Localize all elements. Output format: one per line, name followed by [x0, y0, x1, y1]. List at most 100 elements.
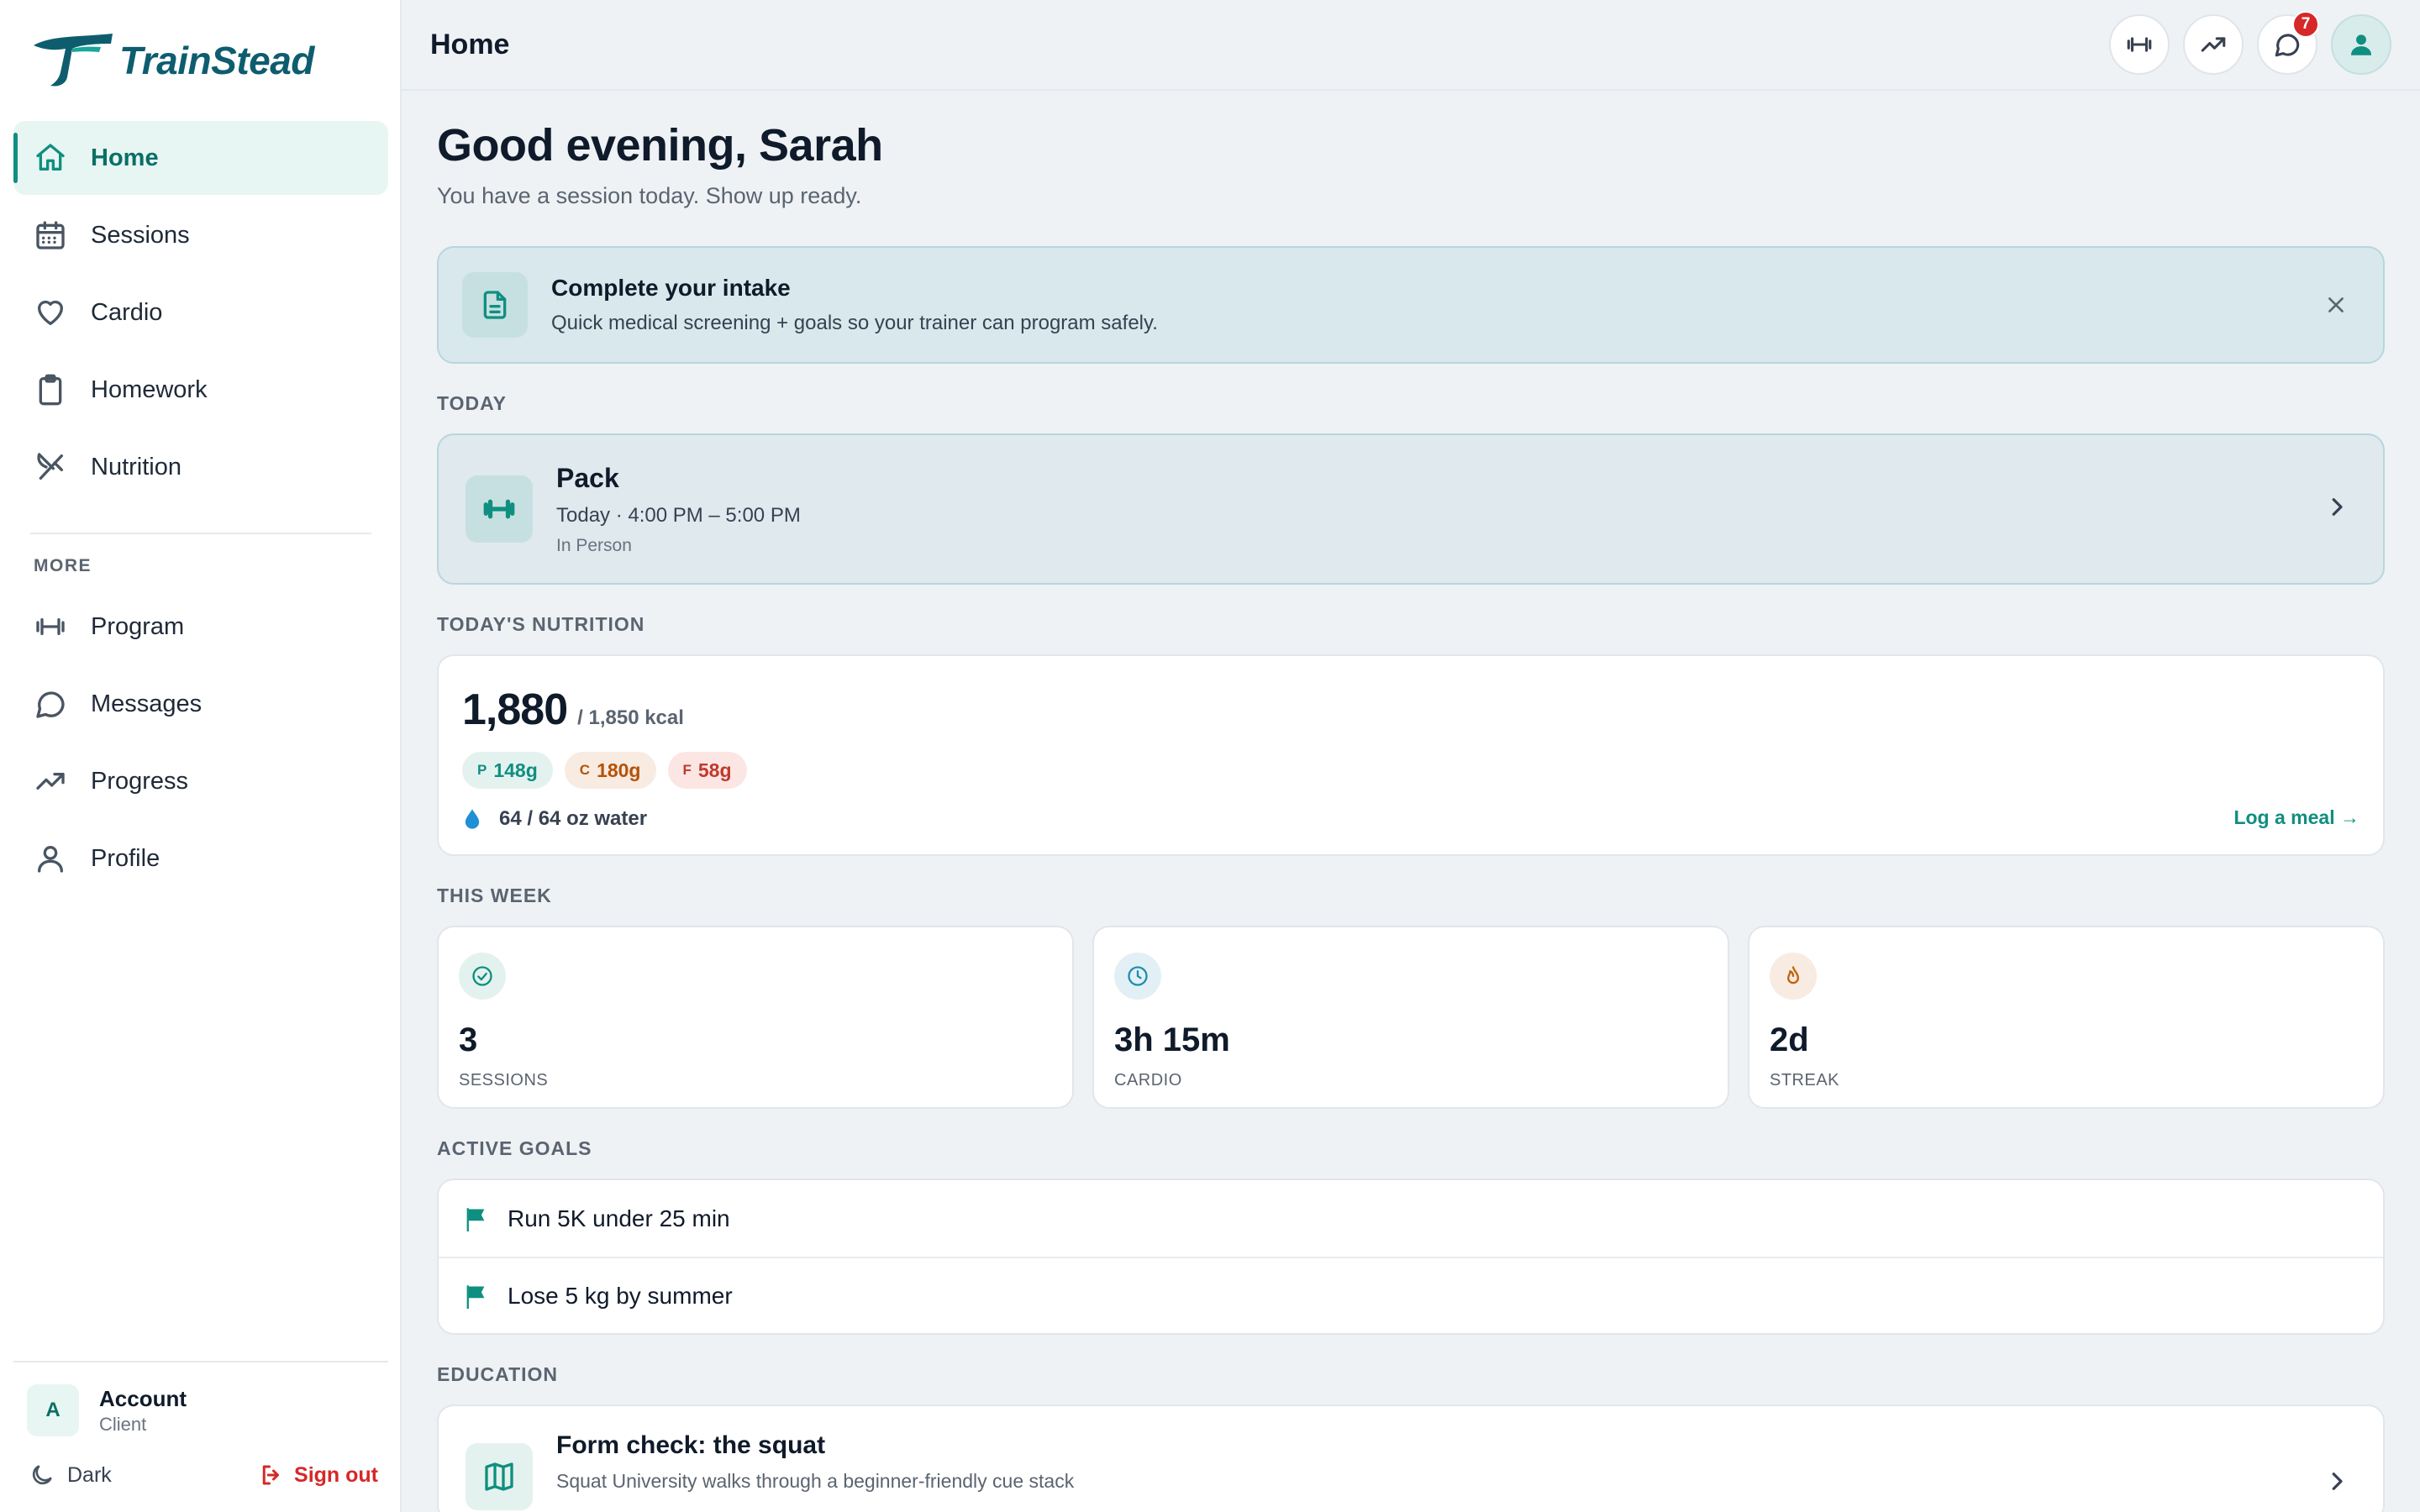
message-icon — [34, 687, 67, 721]
list-item[interactable]: Lose 5 kg by summer — [439, 1257, 2383, 1333]
intake-banner[interactable]: Complete your intake Quick medical scree… — [437, 246, 2385, 364]
program-button[interactable] — [2109, 14, 2170, 75]
weekly-stats: 3 SESSIONS 3h 15m CARDIO 2d STREAK — [437, 926, 2385, 1109]
sidebar-item-label: Progress — [91, 767, 189, 795]
trending-up-icon — [34, 764, 67, 798]
stat-card-cardio: 3h 15m CARDIO — [1092, 926, 1729, 1109]
macro-key: F — [682, 762, 692, 778]
stat-value: 3h 15m — [1114, 1021, 1230, 1058]
macro-fat: F 58g — [667, 752, 747, 789]
water-value: 64 / 64 oz water — [499, 807, 648, 830]
sidebar-item-label: Messages — [91, 690, 203, 717]
stat-card-streak: 2d STREAK — [1748, 926, 2385, 1109]
macro-value: 58g — [697, 759, 732, 781]
clock-icon — [1114, 953, 1161, 1000]
sidebar-item-progress[interactable]: Progress — [13, 744, 388, 818]
goal-label: Lose 5 kg by summer — [508, 1282, 733, 1309]
messages-badge: 7 — [2292, 11, 2319, 38]
page-title: Home — [430, 28, 510, 60]
sidebar-item-label: Homework — [91, 375, 208, 403]
macro-carbs: C 180g — [564, 752, 656, 789]
sidebar-item-label: Profile — [91, 844, 160, 872]
log-meal-link[interactable]: Log a meal → — [2233, 806, 2360, 829]
session-title: Pack — [556, 462, 619, 493]
water-drop-icon — [465, 809, 480, 829]
sidebar-item-program[interactable]: Program — [13, 590, 388, 664]
logo[interactable]: TrainStead — [30, 30, 314, 91]
document-icon — [462, 272, 528, 338]
sidebar-item-label: Sessions — [91, 221, 190, 249]
account-text: Account Client — [99, 1386, 187, 1436]
sidebar: TrainStead Home Sessions Cardio Homework… — [0, 0, 402, 1512]
goal-label: Run 5K under 25 min — [508, 1205, 730, 1231]
flag-icon — [466, 1284, 485, 1309]
calories-goal: / 1,850 kcal — [577, 706, 684, 729]
section-label-today: TODAY — [437, 392, 507, 414]
chevron-right-icon — [2324, 1469, 2349, 1499]
account-role: Client — [99, 1413, 147, 1435]
session-text: Pack Today · 4:00 PM – 5:00 PM In Person — [556, 463, 801, 556]
heart-icon — [34, 296, 67, 329]
user-icon — [34, 842, 67, 875]
sidebar-item-homework[interactable]: Homework — [13, 353, 388, 427]
profile-button[interactable] — [2331, 14, 2391, 75]
sidebar-item-nutrition[interactable]: Nutrition — [13, 430, 388, 504]
sidebar-item-messages[interactable]: Messages — [13, 667, 388, 741]
dumbbell-icon — [2127, 37, 2152, 52]
account-divider — [13, 1361, 388, 1362]
nav-divider — [30, 533, 371, 534]
home-icon — [34, 141, 67, 175]
macro-protein: P 148g — [462, 752, 553, 789]
trainstead-logo-icon — [34, 34, 113, 87]
sidebar-item-profile[interactable]: Profile — [13, 822, 388, 895]
sign-out-label: Sign out — [294, 1462, 378, 1487]
sidebar-item-sessions[interactable]: Sessions — [13, 198, 388, 272]
macro-value: 180g — [597, 759, 641, 781]
calorie-summary: 1,880 / 1,850 kcal — [462, 685, 2360, 735]
avatar: A — [27, 1384, 79, 1436]
macro-key: C — [579, 762, 591, 778]
stat-label: SESSIONS — [459, 1071, 549, 1089]
macro-key: P — [477, 762, 487, 778]
nav-section-more: MORE — [34, 556, 92, 575]
stat-value: 3 — [459, 1021, 478, 1058]
account-info[interactable]: A Account Client — [13, 1384, 388, 1436]
book-icon — [466, 1443, 533, 1510]
dark-mode-toggle[interactable]: Dark — [29, 1462, 112, 1488]
session-time: Today · 4:00 PM – 5:00 PM — [556, 503, 801, 527]
education-text: Form check: the squat Squat University w… — [556, 1431, 1074, 1493]
section-label-week: THIS WEEK — [437, 885, 552, 906]
sidebar-item-label: Program — [91, 612, 185, 640]
user-icon — [2350, 34, 2372, 55]
nutrition-card: 1,880 / 1,850 kcal P 148g C 180g F 58g 6… — [437, 654, 2385, 856]
section-label-nutrition: TODAY'S NUTRITION — [437, 613, 645, 635]
clipboard-icon — [34, 373, 67, 407]
macro-value: 148g — [493, 759, 538, 781]
topbar-actions: 7 — [2096, 11, 2391, 75]
education-card[interactable]: Form check: the squat Squat University w… — [437, 1404, 2385, 1512]
section-label-goals: ACTIVE GOALS — [437, 1137, 592, 1159]
sidebar-item-label: Home — [91, 144, 159, 171]
sidebar-item-cardio[interactable]: Cardio — [13, 276, 388, 349]
sidebar-item-home[interactable]: Home — [13, 121, 388, 195]
progress-button[interactable] — [2183, 14, 2244, 75]
messages-button[interactable]: 7 — [2257, 11, 2319, 75]
today-session-card[interactable]: Pack Today · 4:00 PM – 5:00 PM In Person — [437, 433, 2385, 585]
calories-consumed: 1,880 — [462, 685, 568, 734]
account-area: A Account Client Dark Sign out — [13, 1361, 388, 1512]
intake-description: Quick medical screening + goals so your … — [551, 312, 1158, 334]
sign-out-button[interactable]: Sign out — [259, 1462, 378, 1488]
flag-icon — [466, 1207, 485, 1231]
main-content: Home 7 Good evening, Sarah You have a se… — [402, 0, 2420, 1512]
dismiss-intake-button[interactable] — [2321, 290, 2351, 320]
dark-mode-label: Dark — [67, 1462, 112, 1487]
education-title: Form check: the squat — [556, 1431, 826, 1459]
greeting-title: Good evening, Sarah — [437, 120, 883, 171]
sign-out-icon — [262, 1465, 280, 1485]
stat-card-sessions: 3 SESSIONS — [437, 926, 1074, 1109]
check-circle-icon — [459, 953, 506, 1000]
home-content: Good evening, Sarah You have a session t… — [402, 91, 2420, 1512]
list-item[interactable]: Run 5K under 25 min — [439, 1180, 2383, 1257]
sidebar-item-label: Nutrition — [91, 453, 182, 480]
stat-label: STREAK — [1770, 1071, 1840, 1089]
